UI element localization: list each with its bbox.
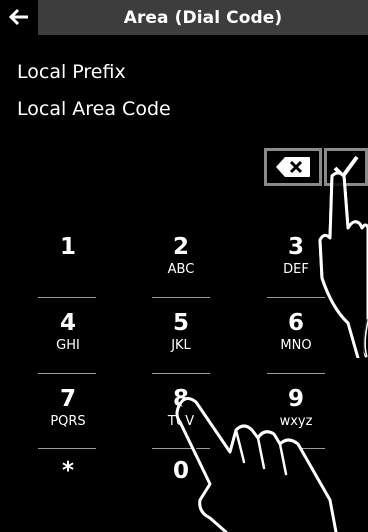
- title-background: Area (Dial Code): [38, 0, 368, 35]
- keypad-divider: [152, 373, 210, 374]
- key-digit: 4: [59, 310, 76, 336]
- key-digit: 5: [172, 310, 189, 336]
- title-bar: Area (Dial Code): [0, 0, 368, 37]
- key-2[interactable]: 2 ABC: [134, 234, 228, 279]
- key-4[interactable]: 4 GHI: [21, 310, 115, 355]
- arrow-left-icon: [9, 8, 28, 26]
- key-1[interactable]: 1: [21, 234, 115, 261]
- keypad-divider: [38, 297, 96, 298]
- key-digit: *: [61, 458, 75, 484]
- keypad-divider: [38, 448, 96, 449]
- hand-pointer-icon: [318, 171, 368, 358]
- backspace-icon: [276, 157, 310, 177]
- key-star[interactable]: *: [21, 458, 115, 485]
- key-digit: 1: [59, 234, 76, 260]
- key-digit: 2: [172, 234, 189, 260]
- key-letters: GHI: [56, 338, 80, 353]
- key-letters: ABC: [167, 262, 195, 277]
- backspace-button[interactable]: [264, 148, 322, 186]
- key-letters: JKL: [171, 338, 191, 353]
- key-7[interactable]: 7 PQRS: [21, 386, 115, 431]
- hand-pointer-icon: [175, 397, 338, 532]
- local-area-code-field[interactable]: Local Area Code: [17, 98, 171, 120]
- keypad-divider: [152, 297, 210, 298]
- key-digit: 7: [59, 386, 76, 412]
- keypad-divider: [267, 373, 325, 374]
- local-prefix-field[interactable]: Local Prefix: [17, 61, 126, 83]
- back-button[interactable]: [8, 4, 30, 30]
- page-title: Area (Dial Code): [123, 7, 283, 28]
- keypad-divider: [38, 373, 96, 374]
- keypad-divider: [267, 297, 325, 298]
- key-5[interactable]: 5 JKL: [134, 310, 228, 355]
- key-letters: PQRS: [50, 414, 86, 429]
